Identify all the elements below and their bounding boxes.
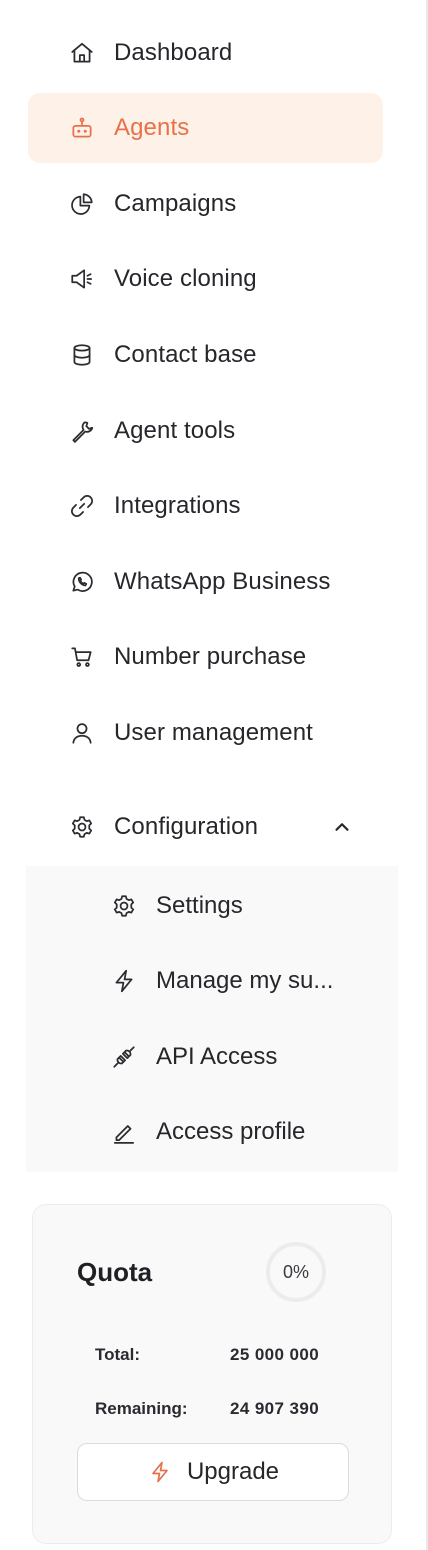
nav-item-label: Configuration (114, 813, 259, 840)
gear-icon (110, 892, 138, 920)
pie-chart-icon (68, 190, 96, 218)
cart-icon (68, 643, 96, 671)
nav-item-number-purchase[interactable]: Number purchase (28, 622, 383, 692)
submenu-item-label: Access profile (156, 1118, 306, 1145)
home-icon (68, 39, 96, 67)
database-icon (68, 341, 96, 369)
quota-percent: 0% (282, 1261, 309, 1282)
nav-item-voice-cloning[interactable]: Voice cloning (28, 244, 383, 314)
gear-icon (68, 813, 96, 841)
nav-item-label: Number purchase (114, 643, 307, 670)
nav-item-label: Voice cloning (114, 265, 257, 292)
nav-item-label: Agent tools (114, 417, 236, 444)
nav-item-agents[interactable]: Agents (28, 93, 383, 163)
megaphone-icon (68, 265, 96, 293)
nav-item-label: User management (114, 719, 313, 746)
user-icon (68, 719, 96, 747)
nav-item-contact-base[interactable]: Contact base (28, 320, 383, 390)
nav-item-dashboard[interactable]: Dashboard (28, 18, 383, 88)
wrench-icon (68, 417, 96, 445)
lightning-icon (110, 967, 138, 995)
nav-item-label: Campaigns (114, 190, 237, 217)
nav-item-label: WhatsApp Business (114, 568, 331, 595)
pencil-icon (110, 1118, 138, 1146)
plug-icon (110, 1043, 138, 1071)
nav-item-configuration[interactable]: Configuration (28, 792, 383, 862)
submenu-item-manage-subscription[interactable]: Manage my su... (110, 951, 410, 1011)
nav-item-integrations[interactable]: Integrations (28, 471, 383, 541)
robot-icon (68, 114, 96, 142)
nav-item-campaigns[interactable]: Campaigns (28, 169, 383, 239)
quota-total-label: Total: (95, 1345, 141, 1364)
submenu-item-label: API Access (156, 1043, 278, 1070)
nav-item-user-management[interactable]: User management (28, 698, 383, 768)
chevron-up-icon[interactable] (331, 816, 353, 838)
upgrade-button[interactable]: Upgrade (77, 1443, 349, 1501)
lightning-icon (147, 1459, 173, 1485)
submenu-item-label: Manage my su... (156, 967, 334, 994)
nav-item-label: Agents (114, 114, 190, 141)
upgrade-label: Upgrade (186, 1458, 280, 1485)
quota-remaining-label: Remaining: (95, 1399, 188, 1418)
nav-item-agent-tools[interactable]: Agent tools (28, 396, 383, 466)
link-icon (68, 492, 96, 520)
nav-item-label: Contact base (114, 341, 257, 368)
sidebar: Dashboard Agents Campaigns Voice cloning… (0, 0, 428, 1550)
whatsapp-icon (68, 568, 96, 596)
nav-item-whatsapp-business[interactable]: WhatsApp Business (28, 547, 383, 617)
submenu-item-settings[interactable]: Settings (110, 876, 410, 936)
quota-remaining-value: 24 907 390 (230, 1399, 320, 1418)
submenu-item-api-access[interactable]: API Access (110, 1027, 410, 1087)
quota-title: Quota (77, 1257, 153, 1287)
submenu-item-label: Settings (156, 892, 243, 919)
quota-card: Quota 0% Total: 25 000 000 Remaining: 24… (32, 1204, 392, 1544)
nav-item-label: Integrations (114, 492, 241, 519)
nav-item-label: Dashboard (114, 39, 233, 66)
quota-total-value: 25 000 000 (230, 1345, 320, 1364)
submenu-item-access-profile[interactable]: Access profile (110, 1102, 410, 1162)
configuration-submenu: Settings Manage my su... API Access Acce… (26, 866, 398, 1172)
